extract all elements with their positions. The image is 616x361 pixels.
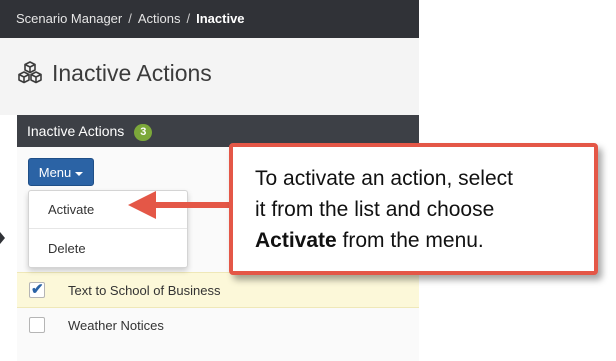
callout-line-3: Activate from the menu. (255, 225, 574, 256)
arrow-head (128, 191, 156, 219)
callout-line-2: it from the list and choose (255, 198, 495, 221)
callout-line-1: To activate an action, select (255, 167, 513, 190)
callout-emphasis: Activate (255, 229, 337, 252)
callout-line-3-rest: from the menu. (336, 229, 484, 252)
callout-box: To activate an action, select it from th… (229, 143, 598, 275)
